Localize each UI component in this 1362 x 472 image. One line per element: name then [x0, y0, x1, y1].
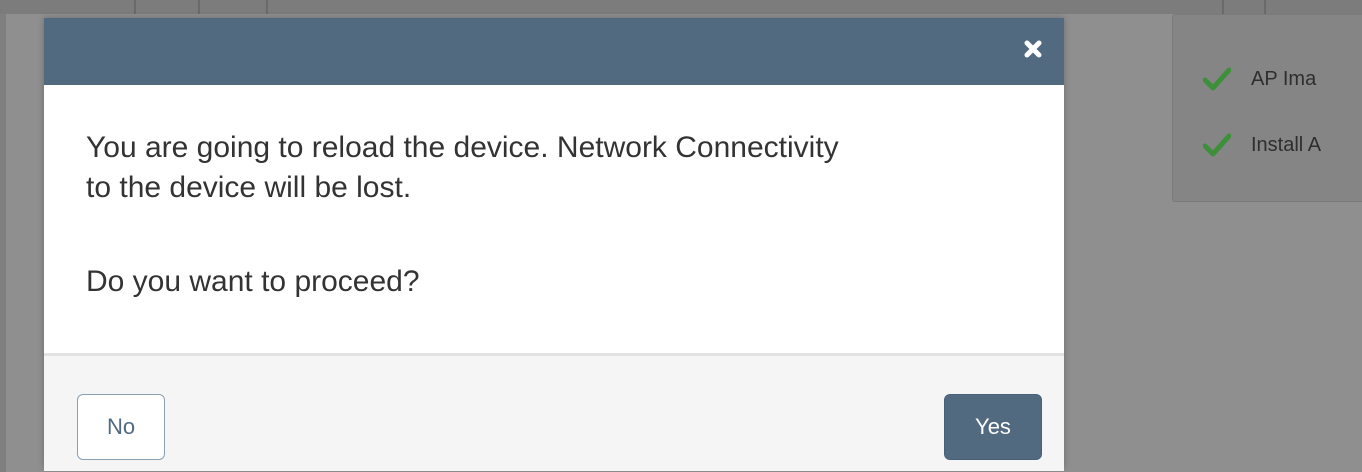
dialog-body: You are going to reload the device. Netw…: [44, 85, 1064, 353]
yes-button[interactable]: Yes: [944, 394, 1042, 460]
page-left-edge: [0, 0, 6, 472]
reload-confirm-dialog: You are going to reload the device. Netw…: [44, 18, 1064, 471]
toolbar-divider: [1222, 0, 1224, 14]
status-item-label: AP Ima: [1251, 67, 1317, 90]
toolbar-divider: [198, 0, 200, 14]
background-toolbar-strip: [0, 0, 1362, 14]
status-item-label: Install A: [1251, 133, 1322, 156]
close-button[interactable]: [1020, 36, 1046, 62]
status-item-install: Install A: [1203, 133, 1321, 157]
dialog-message-line1: You are going to reload the device. Netw…: [86, 131, 839, 164]
close-icon: [1024, 40, 1042, 58]
toolbar-divider: [1264, 0, 1266, 14]
dialog-header: [44, 18, 1064, 85]
check-icon: [1203, 133, 1231, 157]
background-status-panel: AP Ima Install A: [1172, 14, 1362, 202]
dialog-message-line2: to the device will be lost.: [86, 171, 412, 204]
check-icon: [1203, 67, 1231, 91]
dialog-question: Do you want to proceed?: [86, 265, 420, 298]
toolbar-divider: [134, 0, 136, 14]
dialog-footer: No Yes: [44, 353, 1064, 471]
status-item-ap-image: AP Ima: [1203, 67, 1316, 91]
toolbar-divider: [266, 0, 268, 14]
no-button[interactable]: No: [77, 394, 165, 460]
